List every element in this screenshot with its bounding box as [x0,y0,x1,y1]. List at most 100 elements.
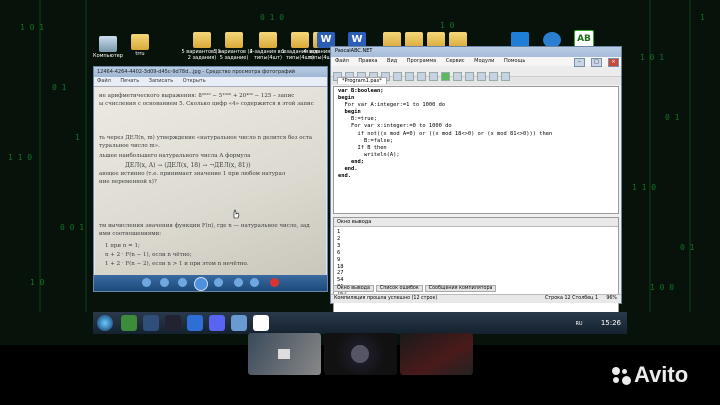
photo-viewer-icon[interactable] [231,315,247,331]
photo-line: ть через ДЕЛ(n, m) утверждение «натураль… [99,135,313,141]
menu-burn[interactable]: Записать [149,78,173,84]
svg-text:0 1: 0 1 [665,113,680,122]
paste-icon[interactable] [405,72,414,81]
code-editor[interactable]: var B:boolean; begin For var A:integer:=… [333,86,619,214]
photo-viewer-menu: Файл Печать Записать Открыть [94,77,327,87]
svg-text:1: 1 [700,13,705,22]
photo-line: ние переменной x)? [99,179,157,185]
photo-line: ы счисления с основанием 5. Сколько цифр… [99,101,314,107]
ide-titlebar: PascalABC.NET – □ × [331,47,621,67]
stop-icon[interactable] [453,72,462,81]
menu-edit[interactable]: Правка [358,58,377,64]
menu-file[interactable]: Файл [97,78,111,84]
previous-icon[interactable] [178,278,187,287]
menu-file[interactable]: Файл [335,58,349,64]
menu-service[interactable]: Сервис [446,58,465,64]
output-line: 6 [337,249,341,256]
svg-text:0 1 0: 0 1 0 [260,13,284,22]
debug-icon[interactable] [465,72,474,81]
svg-text:1 0 0: 1 0 0 [650,283,674,292]
copy-icon[interactable] [393,72,402,81]
code-line: B:=false; [338,137,394,144]
cursor-position: Строка 12 Столбец 1 [545,296,599,301]
photo-line: льшее наибольшего натурального числа А ф… [99,153,251,159]
code-line: var B:boolean; [338,88,384,94]
folder-icon [193,32,211,48]
output-line: 18 [337,263,344,270]
delete-icon[interactable] [270,278,279,287]
close-button[interactable]: × [608,58,619,67]
thumbnail-3[interactable] [400,333,473,375]
tab-errors[interactable]: Список ошибок [375,285,423,292]
maximize-button[interactable]: □ [590,58,602,67]
next-icon[interactable] [214,278,223,287]
thumbnail-2[interactable] [324,333,397,375]
actual-size-icon[interactable] [160,278,169,287]
photo-line: 1 + 2 · F(n − 2), если n > 1 и при этом … [105,261,249,267]
clock[interactable]: 15:26 [601,319,621,327]
output-line: 9 [337,256,341,263]
discord-icon[interactable] [209,315,225,331]
menu-view[interactable]: Вид [387,58,397,64]
redo-icon[interactable] [429,72,438,81]
abbyy-icon[interactable] [253,315,269,331]
tab-compiler-messages[interactable]: Сообщения компилятора [424,285,497,292]
output-line: 27 [337,270,344,277]
photo-line: ими соотношениями: [99,231,162,237]
code-line: if not((x mod A=0) or ((x mod 18<>0) or … [338,130,553,137]
photo-viewer-title: 12464-4264-4402-3d09-d45c-9d78d...jpg - … [94,67,327,77]
photo-viewer-window[interactable]: 12464-4264-4402-3d09-d45c-9d78d...jpg - … [93,66,328,292]
zoom-icon[interactable] [142,278,151,287]
ide-toolbar [331,66,621,81]
tab-output[interactable]: Окно вывода [333,285,374,292]
menu-open[interactable]: Открыть [183,78,206,84]
ide-title: PascalABC.NET [335,48,373,54]
format-icon[interactable] [489,72,498,81]
code-line: If B then [338,144,387,151]
svg-text:1 1 0: 1 1 0 [632,183,656,192]
svg-text:1: 1 [75,133,80,142]
output-line: 1 [337,229,341,235]
thumbnail-1[interactable] [248,333,321,375]
photo-line: n + 2 · F(n − 1), если n чётно; [105,252,192,258]
rotate-left-icon[interactable] [234,278,243,287]
desktop: 1 0 1 0 1 1 1 0 0 0 1 1 0 1 1 0 1 0 1 1 1 0 0 … [0,0,720,345]
avito-logo-icon [612,367,632,386]
file-tab[interactable]: *Program1.pas* [331,77,621,85]
undo-icon[interactable] [417,72,426,81]
run-icon[interactable] [441,72,450,81]
computer-icon [99,36,117,52]
settings-icon[interactable] [501,72,510,81]
folder-icon [131,34,149,50]
language-indicator[interactable]: RU [575,321,582,327]
desktop-icon-trru[interactable]: trru [118,34,162,58]
step-icon[interactable] [477,72,486,81]
app-icon[interactable] [121,315,137,331]
taskbar: RU 15:26 [93,312,627,334]
video-icon [278,349,290,359]
start-button-icon[interactable] [97,315,113,331]
photo-viewer-controls [94,275,327,291]
minimize-button[interactable]: – [573,58,585,67]
code-line: begin [338,109,361,116]
app-icon[interactable] [187,315,203,331]
slideshow-icon[interactable] [194,277,208,291]
system-tray: RU 15:26 [575,312,621,334]
steam-icon[interactable] [165,315,181,331]
avito-wordmark: Avito [634,362,689,387]
folder-icon [225,32,243,48]
folder-icon [259,32,277,48]
rotate-right-icon[interactable] [250,278,259,287]
code-line: For var x:integer:=0 to 1000 do [338,123,452,130]
ide-window[interactable]: PascalABC.NET – □ × Файл Правка Вид Прог… [330,46,622,330]
avito-watermark: Avito [612,362,688,388]
app-icon[interactable] [143,315,159,331]
photo-line: ающее истинно (т.е. принимает значение 1… [99,171,286,177]
svg-text:0 0 1: 0 0 1 [60,223,84,232]
menu-help[interactable]: Помощь [504,58,525,64]
output-line: 2 [337,235,341,242]
menu-program[interactable]: Программа [407,58,436,64]
menu-print[interactable]: Печать [120,78,139,84]
photo-line: 1 при n = 1; [105,243,140,249]
menu-modules[interactable]: Модули [474,58,494,64]
